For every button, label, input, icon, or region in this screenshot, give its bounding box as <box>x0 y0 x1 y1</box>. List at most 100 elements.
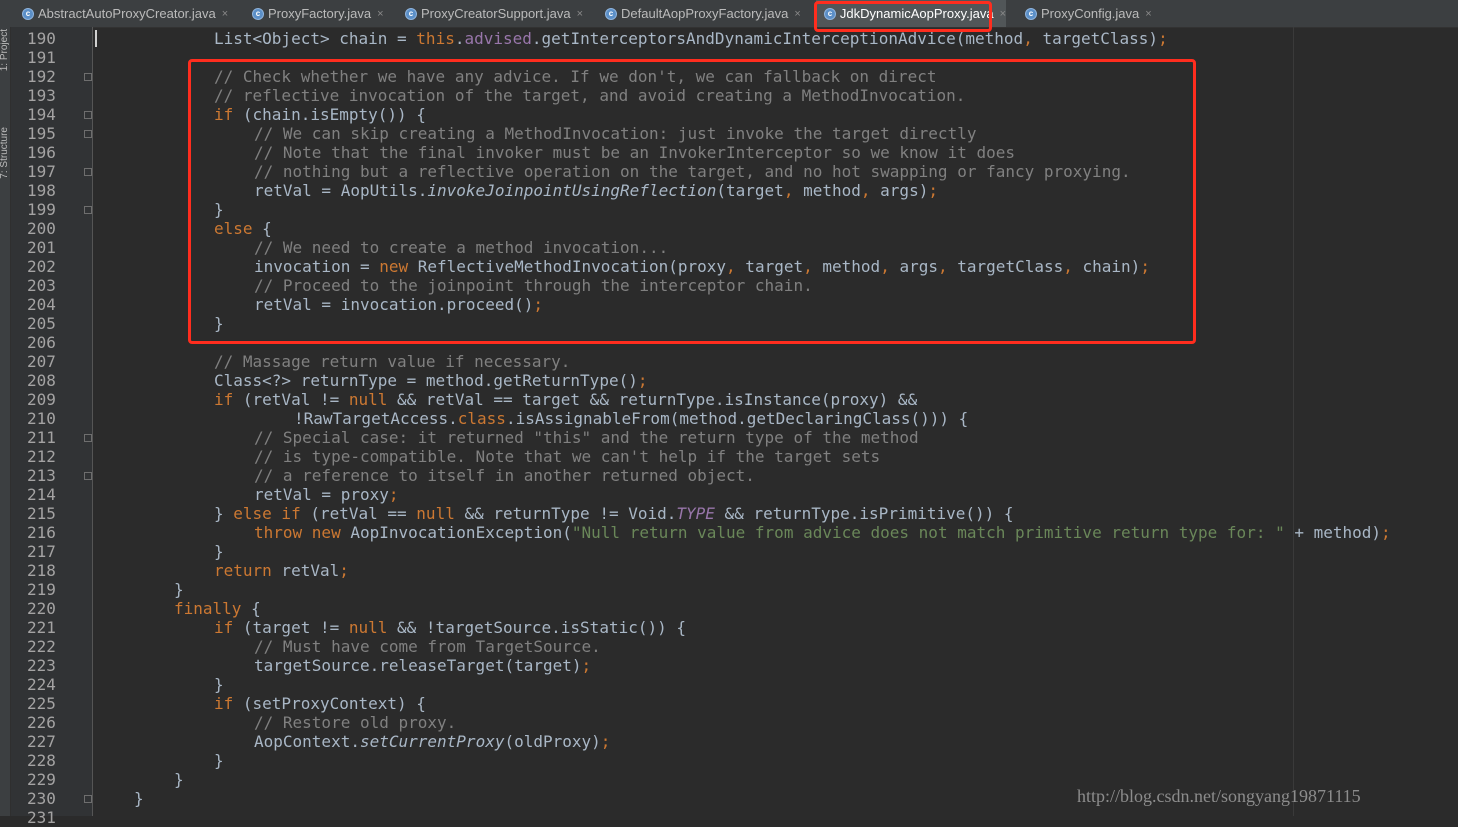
tab-label: AbstractAutoProxyCreator.java <box>38 6 216 21</box>
code-token: if <box>214 694 234 713</box>
code-token: } <box>214 751 224 770</box>
tab-label: DefaultAopProxyFactory.java <box>621 6 789 21</box>
tab-label: ProxyFactory.java <box>268 6 372 21</box>
line-number: 211 <box>27 428 56 447</box>
line-number: 190 <box>27 29 56 48</box>
tab-abstractautoproxycreator[interactable]: c AbstractAutoProxyCreator.java × <box>14 0 239 27</box>
close-icon[interactable]: × <box>577 8 583 20</box>
text-caret <box>95 30 97 47</box>
code-line: !RawTargetAccess.class.isAssignableFrom(… <box>294 409 968 428</box>
code-token: // Massage return value if necessary. <box>214 352 571 371</box>
line-number: 192 <box>27 67 56 86</box>
code-token: , <box>1023 29 1033 48</box>
close-icon[interactable]: × <box>1000 8 1006 20</box>
line-number: 219 <box>27 580 56 599</box>
tab-proxycreatorsupport[interactable]: c ProxyCreatorSupport.java × <box>397 0 593 27</box>
java-class-icon: c <box>605 7 617 20</box>
code-token: List<Object> chain = <box>214 29 417 48</box>
fold-marker-icon[interactable] <box>84 434 92 442</box>
code-line: targetSource.releaseTarget(target); <box>254 656 591 675</box>
code-token: class <box>457 409 506 428</box>
fold-marker-icon[interactable] <box>84 472 92 480</box>
code-token: } <box>174 580 184 599</box>
code-line: } <box>134 789 144 808</box>
line-number: 220 <box>27 599 56 618</box>
line-number: 215 <box>27 504 56 523</box>
fold-marker-icon[interactable] <box>84 206 92 214</box>
tab-proxyconfig[interactable]: c ProxyConfig.java × <box>1017 0 1167 27</box>
line-number: 191 <box>27 48 56 67</box>
close-icon[interactable]: × <box>377 8 383 20</box>
tab-label: ProxyCreatorSupport.java <box>421 6 571 21</box>
java-class-icon: c <box>252 7 264 20</box>
fold-marker-icon[interactable] <box>84 73 92 81</box>
code-token: (retVal != <box>233 390 349 409</box>
code-token: targetSource.releaseTarget(target) <box>254 656 582 675</box>
line-number: 227 <box>27 732 56 751</box>
close-icon[interactable]: × <box>222 8 228 20</box>
code-line: // a reference to itself in another retu… <box>254 466 755 485</box>
line-number: 206 <box>27 333 56 352</box>
code-line: } <box>214 675 224 694</box>
line-number: 229 <box>27 770 56 789</box>
fold-marker-icon[interactable] <box>84 795 92 803</box>
code-token: && returnType.isPrimitive()) { <box>714 504 1014 523</box>
line-number: 198 <box>27 181 56 200</box>
code-line: if (retVal != null && retVal == target &… <box>214 390 917 409</box>
fold-marker-icon[interactable] <box>84 130 92 138</box>
highlight-box-active-tab <box>814 1 992 32</box>
code-token: // is type-compatible. Note that we can'… <box>254 447 881 466</box>
java-class-icon: c <box>22 7 34 20</box>
line-number: 200 <box>27 219 56 238</box>
line-number: 217 <box>27 542 56 561</box>
code-token: "Null return value from advice does not … <box>571 523 1285 542</box>
code-token: !RawTargetAccess. <box>294 409 458 428</box>
close-icon[interactable]: × <box>1145 8 1151 20</box>
code-token: && returnType != Void. <box>454 504 677 523</box>
code-token: ; <box>581 656 592 675</box>
code-token: { <box>241 599 261 618</box>
code-token: else if <box>233 504 301 523</box>
code-token: (oldProxy) <box>504 732 601 751</box>
structure-panel-toggle[interactable]: 7: Structure <box>0 127 10 179</box>
line-number: 208 <box>27 371 56 390</box>
code-token: return <box>214 561 272 580</box>
watermark: http://blog.csdn.net/songyang19871115 <box>1077 786 1361 806</box>
code-token: } <box>174 770 184 789</box>
line-number: 193 <box>27 86 56 105</box>
code-line: // Massage return value if necessary. <box>214 352 570 371</box>
code-token: + method) <box>1284 523 1382 542</box>
line-number: 209 <box>27 390 56 409</box>
code-token: null <box>348 618 388 637</box>
code-token: (target != <box>233 618 349 637</box>
code-token: && retVal == target && returnType.isInst… <box>387 390 918 409</box>
fold-marker-icon[interactable] <box>84 111 92 119</box>
tool-window-strip: 1: Project 7: Structure <box>0 27 11 816</box>
code-token: // Restore old proxy. <box>254 713 457 732</box>
highlight-box-advice-chain <box>188 59 1196 344</box>
code-token: ; <box>600 732 611 751</box>
code-line: finally { <box>174 599 261 618</box>
code-line: // Restore old proxy. <box>254 713 456 732</box>
tab-proxyfactory[interactable]: c ProxyFactory.java × <box>244 0 394 27</box>
code-line: throw new AopInvocationException("Null r… <box>254 523 1391 542</box>
code-line: if (target != null && !targetSource.isSt… <box>214 618 686 637</box>
code-token: // Special case: it returned "this" and … <box>254 428 919 447</box>
project-panel-toggle[interactable]: 1: Project <box>0 29 10 71</box>
code-line: } else if (retVal == null && returnType … <box>214 504 1014 523</box>
line-number: 195 <box>27 124 56 143</box>
code-token: // Must have come from TargetSource. <box>254 637 601 656</box>
code-token: .isAssignableFrom(method.getDeclaringCla… <box>505 409 969 428</box>
code-line: } <box>174 770 184 789</box>
code-token: AopInvocationException( <box>340 523 572 542</box>
fold-marker-icon[interactable] <box>84 168 92 176</box>
code-token: retVal <box>271 561 340 580</box>
close-icon[interactable]: × <box>794 8 800 20</box>
code-token: finally <box>174 599 242 618</box>
code-token: ; <box>637 371 648 390</box>
tab-defaultaopproxyfactory[interactable]: c DefaultAopProxyFactory.java × <box>597 0 810 27</box>
code-line: AopContext.setCurrentProxy(oldProxy); <box>254 732 610 751</box>
code-token: && !targetSource.isStatic()) { <box>387 618 687 637</box>
code-token: throw new <box>254 523 341 542</box>
line-number: 228 <box>27 751 56 770</box>
